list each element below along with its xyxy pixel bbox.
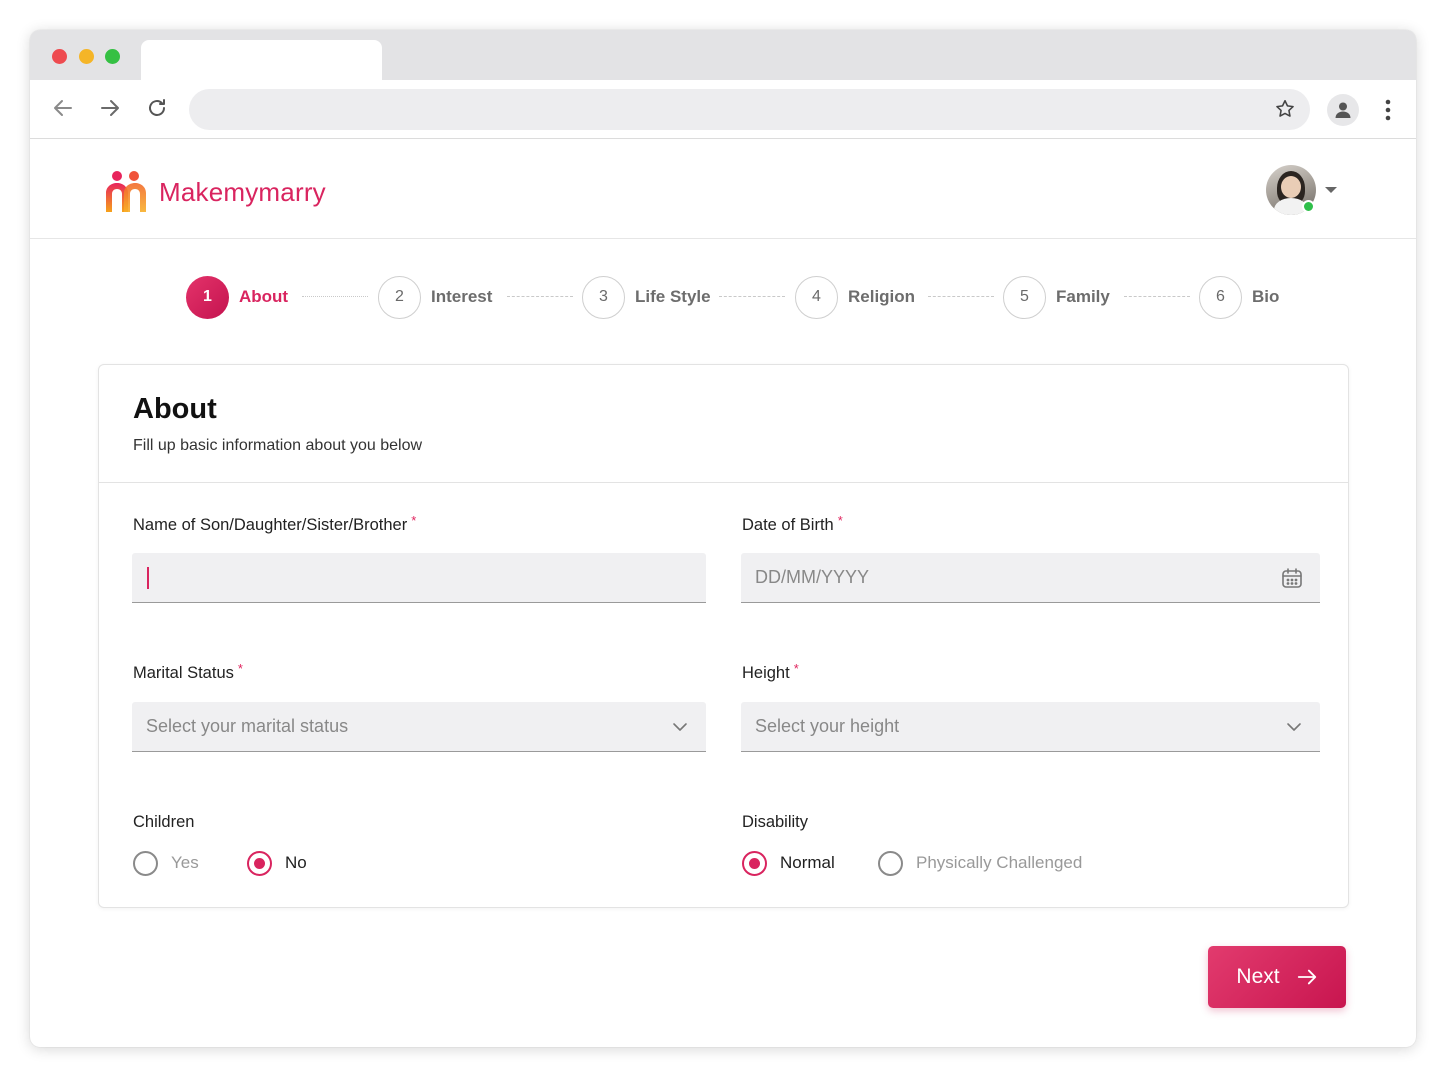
browser-window: Makemymarry 1 About 2 Interest 3 Life St… bbox=[30, 30, 1416, 1047]
required-mark: * bbox=[411, 513, 417, 528]
disability-label: Disability bbox=[742, 813, 809, 831]
radio-label: Yes bbox=[171, 853, 199, 872]
star-icon[interactable] bbox=[1274, 98, 1296, 120]
radio-button[interactable] bbox=[133, 850, 158, 876]
step-life-style[interactable]: 3 Life Style bbox=[582, 275, 711, 319]
step-connector bbox=[302, 296, 368, 297]
reload-button[interactable] bbox=[143, 94, 171, 122]
marital-status-label: Marital Status * bbox=[133, 661, 243, 682]
kebab-icon bbox=[1385, 99, 1391, 121]
browser-tab[interactable] bbox=[141, 40, 382, 80]
children-no-option[interactable]: No bbox=[247, 849, 307, 877]
step-about[interactable]: 1 About bbox=[186, 275, 288, 319]
radio-button-selected[interactable] bbox=[247, 850, 272, 876]
forward-button[interactable] bbox=[96, 94, 124, 122]
arrow-left-icon bbox=[54, 100, 72, 116]
step-connector bbox=[719, 296, 785, 297]
minimize-window-button[interactable] bbox=[79, 49, 94, 64]
step-label: Religion bbox=[848, 287, 916, 306]
logo-icon bbox=[106, 171, 146, 212]
arrow-right-icon bbox=[101, 100, 119, 116]
next-button-label: Next bbox=[1236, 965, 1280, 988]
step-interest[interactable]: 2 Interest bbox=[378, 275, 492, 319]
radio-button-selected[interactable] bbox=[742, 850, 767, 876]
app-header: Makemymarry bbox=[30, 140, 1416, 239]
close-window-button[interactable] bbox=[52, 49, 67, 64]
radio-label: Physically Challenged bbox=[916, 853, 1083, 872]
required-mark: * bbox=[237, 661, 243, 676]
text-cursor bbox=[147, 566, 149, 589]
progress-stepper: 1 About 2 Interest 3 Life Style 4 Religi… bbox=[30, 275, 1416, 319]
chevron-down-icon bbox=[1287, 723, 1301, 731]
person-icon bbox=[1335, 102, 1351, 118]
about-form-card: About Fill up basic information about yo… bbox=[98, 364, 1349, 908]
card-header: About Fill up basic information about yo… bbox=[99, 365, 1348, 483]
marital-status-placeholder: Select your marital status bbox=[146, 716, 349, 736]
logo[interactable]: Makemymarry bbox=[104, 170, 326, 214]
step-label: Interest bbox=[431, 287, 493, 306]
browser-toolbar bbox=[30, 80, 1416, 139]
height-label: Height * bbox=[742, 661, 799, 682]
page-subtitle: Fill up basic information about you belo… bbox=[133, 437, 423, 454]
caret-down-icon[interactable] bbox=[1325, 187, 1337, 193]
chevron-down-icon bbox=[673, 723, 687, 731]
height-select[interactable]: Select your height bbox=[741, 702, 1320, 752]
step-label: About bbox=[239, 287, 289, 306]
height-placeholder: Select your height bbox=[755, 716, 900, 736]
step-number: 4 bbox=[795, 275, 838, 319]
step-label: Family bbox=[1056, 287, 1110, 306]
name-label: Name of Son/Daughter/Sister/Brother * bbox=[133, 513, 417, 534]
maximize-window-button[interactable] bbox=[105, 49, 120, 64]
next-button[interactable]: Next bbox=[1208, 946, 1346, 1008]
online-status-indicator bbox=[1302, 200, 1315, 213]
disability-physically-challenged-option[interactable]: Physically Challenged bbox=[878, 849, 1082, 877]
step-connector bbox=[507, 296, 573, 297]
address-bar[interactable] bbox=[189, 89, 1310, 130]
brand-name: Makemymarry bbox=[159, 176, 326, 207]
step-bio[interactable]: 6 Bio bbox=[1199, 275, 1279, 319]
page-title: About bbox=[133, 393, 217, 425]
radio-button[interactable] bbox=[878, 850, 903, 876]
step-religion[interactable]: 4 Religion bbox=[795, 275, 915, 319]
step-label: Bio bbox=[1252, 287, 1280, 306]
browser-profile-button[interactable] bbox=[1327, 94, 1359, 126]
user-avatar-menu[interactable] bbox=[1266, 165, 1316, 215]
name-input[interactable] bbox=[132, 553, 706, 603]
children-yes-option[interactable]: Yes bbox=[133, 849, 199, 877]
arrow-right-icon bbox=[1297, 969, 1316, 985]
step-number: 1 bbox=[186, 275, 229, 319]
step-number: 6 bbox=[1199, 275, 1242, 319]
dob-label: Date of Birth * bbox=[742, 513, 843, 534]
step-connector bbox=[1124, 296, 1190, 297]
dob-placeholder: DD/MM/YYYY bbox=[755, 567, 870, 587]
radio-label: Normal bbox=[780, 853, 835, 872]
browser-menu-button[interactable] bbox=[1378, 96, 1398, 124]
step-family[interactable]: 5 Family bbox=[1003, 275, 1110, 319]
required-mark: * bbox=[837, 513, 843, 528]
back-button[interactable] bbox=[49, 94, 77, 122]
dob-input[interactable]: DD/MM/YYYY bbox=[741, 553, 1320, 603]
step-number: 2 bbox=[378, 275, 421, 319]
step-connector bbox=[928, 296, 994, 297]
step-label: Life Style bbox=[635, 287, 711, 306]
reload-icon bbox=[149, 99, 165, 116]
calendar-icon[interactable] bbox=[1280, 566, 1304, 590]
children-label: Children bbox=[133, 813, 195, 831]
required-mark: * bbox=[793, 661, 799, 676]
step-number: 3 bbox=[582, 275, 625, 319]
tab-bar bbox=[30, 30, 1416, 80]
step-number: 5 bbox=[1003, 275, 1046, 319]
marital-status-select[interactable]: Select your marital status bbox=[132, 702, 706, 752]
radio-label: No bbox=[285, 853, 307, 872]
disability-normal-option[interactable]: Normal bbox=[742, 849, 835, 877]
